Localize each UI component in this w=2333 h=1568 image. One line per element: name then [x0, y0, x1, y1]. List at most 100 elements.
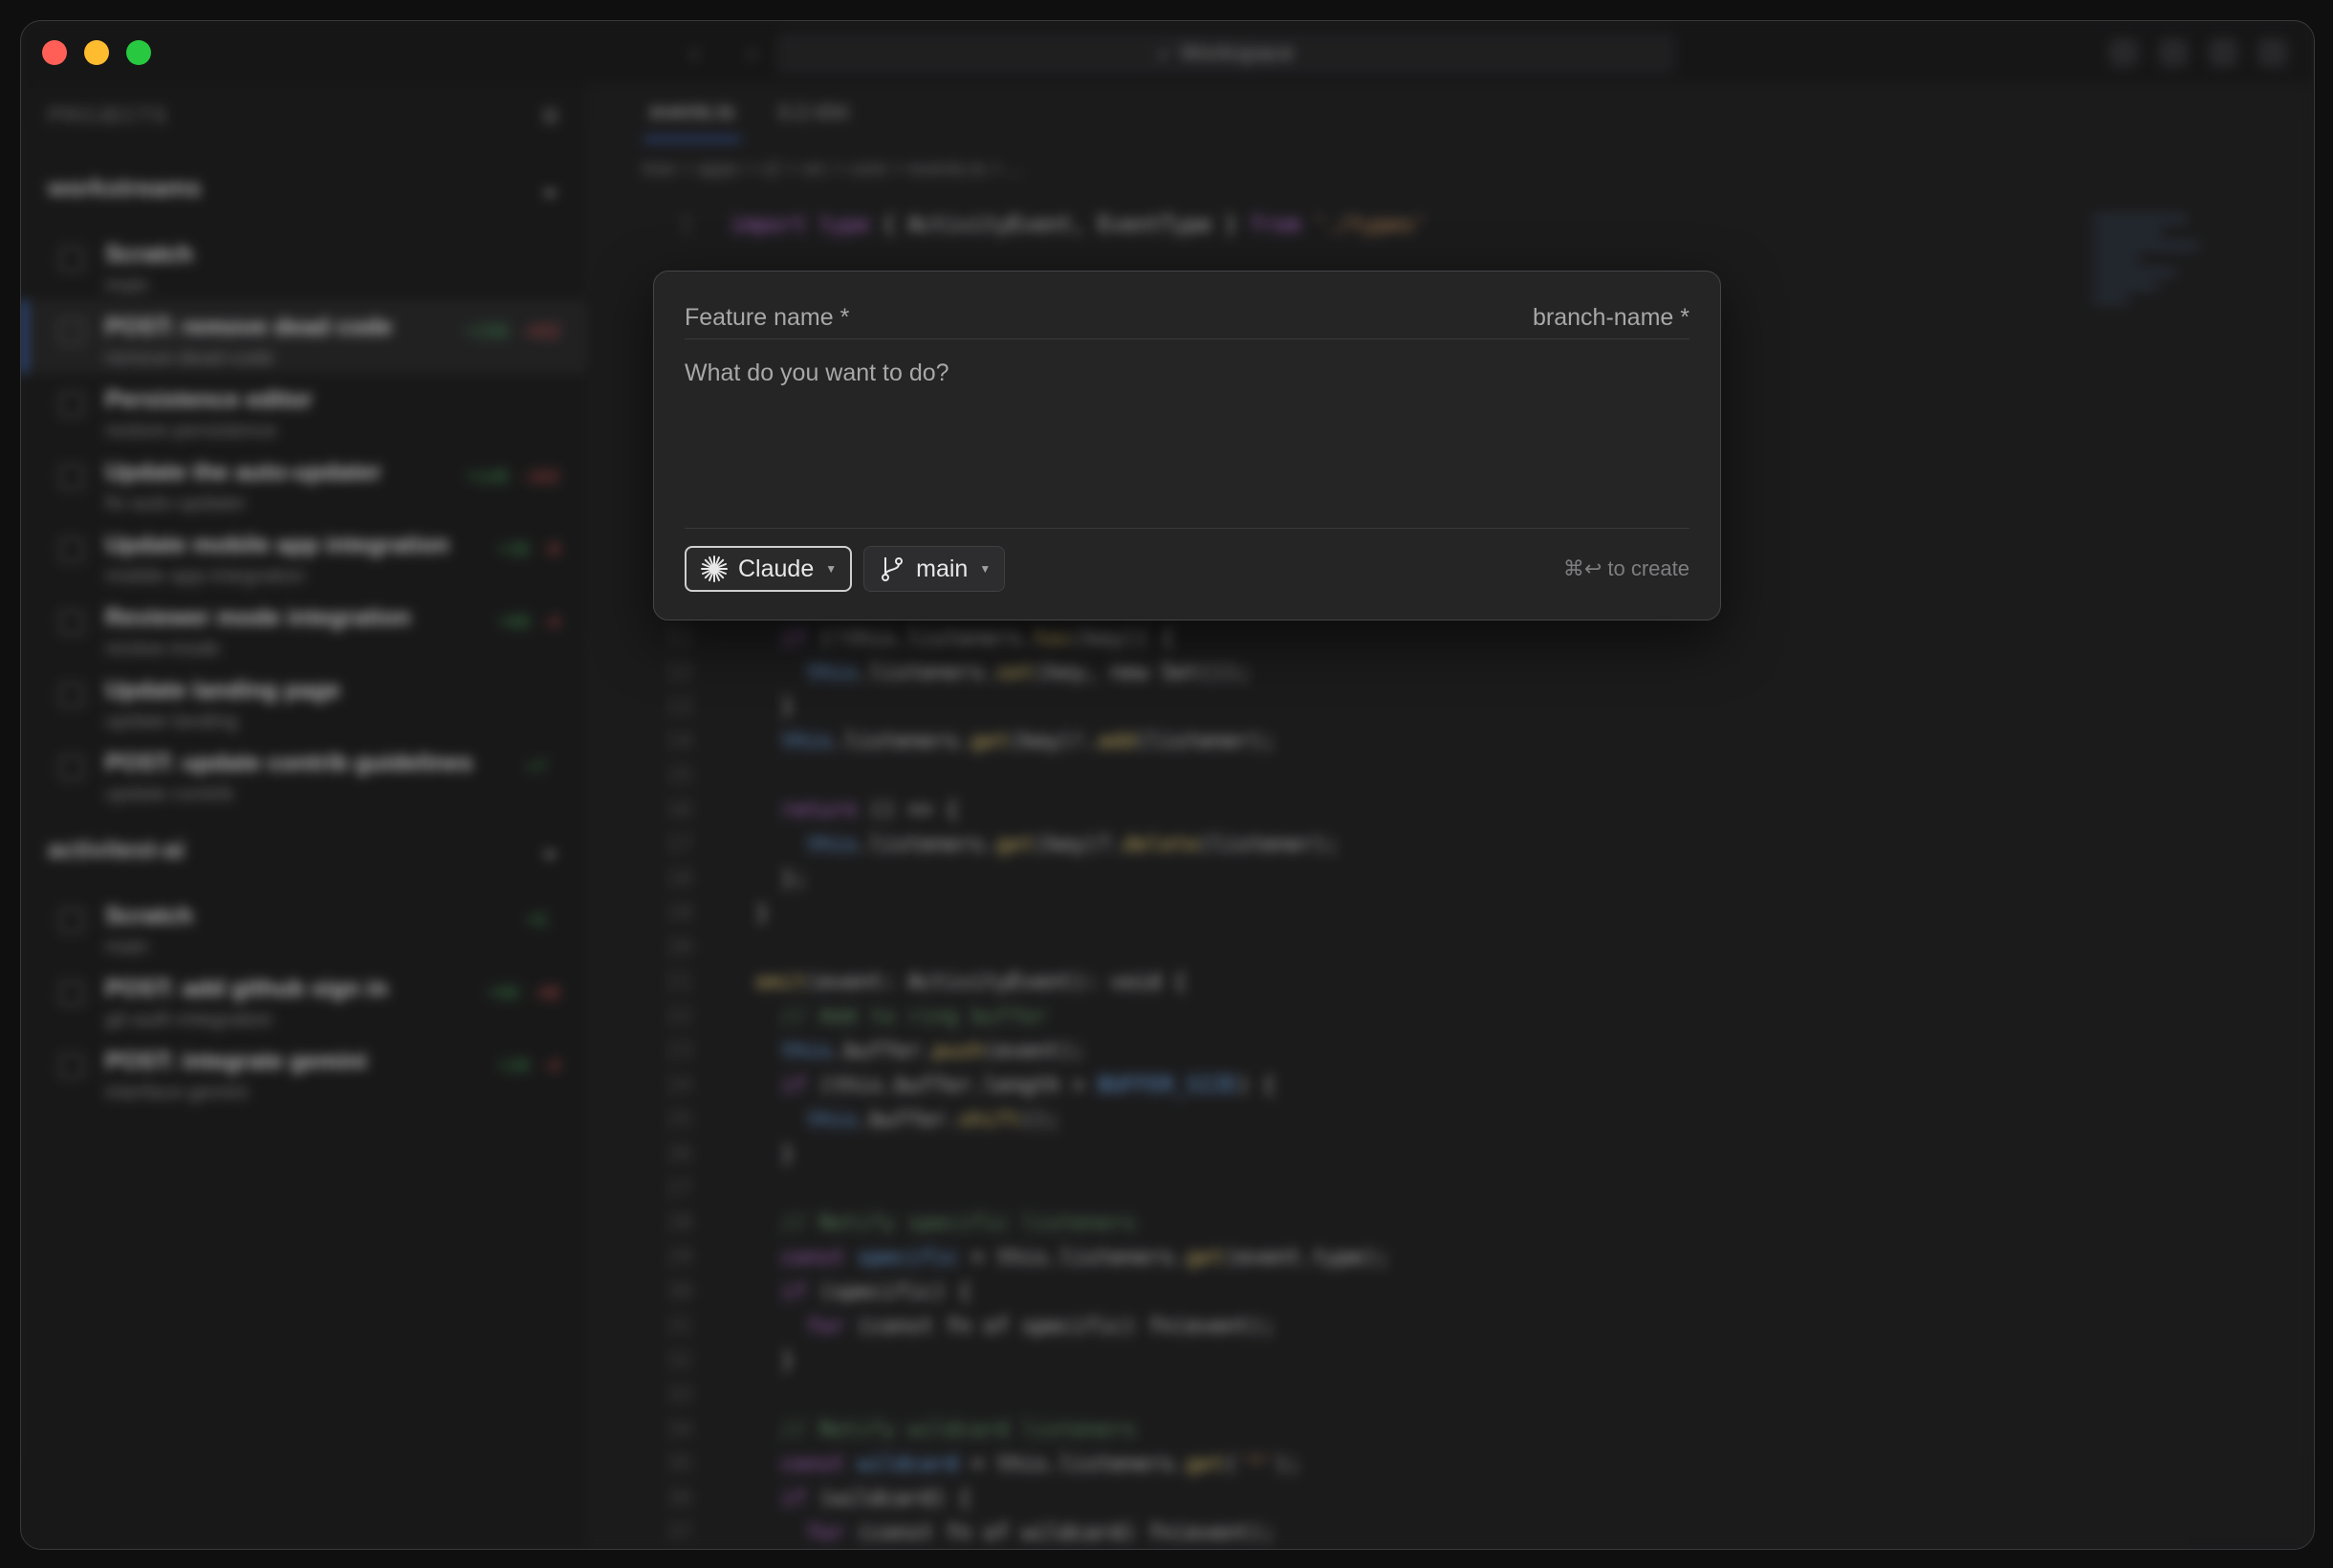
close-window-button[interactable] — [42, 40, 67, 65]
sidebar-item[interactable]: Scratch main — [21, 228, 587, 300]
create-shortcut-hint: ⌘↩ to create — [1562, 556, 1690, 580]
diff-stats — [547, 685, 560, 723]
workstream-icon — [59, 247, 84, 272]
sidebar-item[interactable]: Reviewer mode integration review-mode +88-… — [21, 591, 587, 664]
sidebar-item[interactable]: POST: update contrib guidelines update-co… — [21, 736, 587, 809]
maximize-window-button[interactable] — [126, 40, 151, 65]
sidebar-item-title: POST: add github sign in — [105, 975, 388, 1002]
sidebar-item-title: Reviewer mode integration — [105, 604, 411, 631]
back-arrow-icon[interactable]: ‹ — [690, 38, 699, 68]
sidebar-item-title: POST: update contrib guidelines — [105, 750, 473, 776]
agent-select-button[interactable]: Claude ▼ — [685, 546, 853, 592]
claude-sparkle-icon — [701, 555, 728, 582]
additions-count: +36 — [497, 539, 531, 560]
workstream-icon — [59, 319, 84, 344]
sidebar-item-branch: update-contrib — [105, 783, 234, 805]
minimize-window-button[interactable] — [84, 40, 109, 65]
sidebar-item-title: Update mobile app integration — [105, 532, 449, 558]
sidebar-item-title: Scratch — [105, 241, 193, 268]
workstream-icon — [59, 981, 84, 1006]
agent-label: Claude — [738, 555, 815, 582]
project-group[interactable]: activitest-ai ⌄ — [21, 809, 587, 889]
workstream-icon — [59, 465, 84, 490]
deletions-count: -4 — [543, 612, 560, 633]
base-branch-select-button[interactable]: main ▼ — [863, 546, 1006, 592]
new-feature-dialog: Claude ▼ main ▼ ⌘↩ to create — [653, 271, 1721, 621]
workstream-icon — [59, 392, 84, 417]
sidebar-item[interactable]: POST: add github sign in git-auth-integra… — [21, 962, 587, 1034]
settings-icon[interactable] — [2258, 38, 2287, 67]
traffic-lights — [42, 40, 151, 65]
tab-secondary[interactable]: 0:2:494 — [778, 100, 848, 125]
branch-label: main — [916, 555, 969, 582]
git-branch-icon — [882, 557, 904, 581]
workstream-icon — [59, 755, 84, 780]
diff-stats — [547, 394, 560, 432]
chevron-down-icon[interactable]: ⌄ — [539, 173, 560, 203]
sidebar-item-title: Update landing page — [105, 677, 340, 704]
background-app: ‹ › ⌕ Workspace PROJECTS ⊞ workstreams ⌄ S… — [21, 21, 2314, 1549]
additions-count: +88 — [497, 612, 531, 633]
sidebar-item-title: POST: remove dead code — [105, 314, 393, 340]
chevron-down-icon[interactable]: ⌄ — [539, 835, 560, 864]
sidebar-item-branch: remove-dead-code — [105, 347, 274, 369]
new-project-icon[interactable]: ⊞ — [542, 103, 560, 128]
deletions-count: -8 — [543, 539, 560, 560]
sidebar-item[interactable]: POST: integrate gemini interface-gemini +2… — [21, 1034, 587, 1107]
additions-count: +148 — [465, 467, 509, 488]
app-window: ‹ › ⌕ Workspace PROJECTS ⊞ workstreams ⌄ S… — [20, 20, 2315, 1550]
project-groups: workstreams ⌄ Scratch main POST: remove dead… — [21, 147, 587, 1107]
branch-name-input[interactable] — [1403, 303, 1690, 332]
diff-stats: +90 -48 — [487, 983, 560, 1021]
sidebar-item[interactable]: Update mobile app integration mobile-app-… — [21, 518, 587, 591]
sidebar-item-branch: restore-persistence — [105, 420, 277, 442]
feature-name-input[interactable] — [685, 303, 1163, 332]
sidebar-title: PROJECTS — [48, 103, 168, 127]
theme-icon[interactable] — [2209, 38, 2237, 67]
sidebar-item-branch: interface-gemini — [105, 1081, 249, 1103]
prompt-textarea[interactable] — [685, 359, 1690, 474]
deletions-count: -432 — [521, 321, 560, 342]
diff-stats — [547, 249, 560, 287]
sidebar-item-branch: main — [105, 936, 149, 958]
project-group[interactable]: workstreams ⌄ — [21, 147, 587, 228]
sidebar-item[interactable]: Scratch main +5 — [21, 889, 587, 962]
sidebar-item[interactable]: POST: remove dead code remove-dead-code +1… — [21, 300, 587, 373]
dialog-divider — [685, 528, 1690, 529]
title-bar: ‹ › ⌕ Workspace — [21, 21, 2314, 84]
diff-stats: +156 -432 — [466, 321, 560, 359]
workstream-icon — [59, 683, 84, 708]
layout-icon[interactable] — [2159, 38, 2188, 67]
additions-count: +7 — [525, 757, 547, 778]
tab-events[interactable]: events.ts — [644, 86, 741, 141]
workstream-icon — [59, 537, 84, 562]
sidebar-item-branch: review-mode — [105, 638, 221, 660]
titlebar-actions — [2109, 38, 2287, 67]
diff-stats: +36 -8 — [497, 539, 560, 577]
sidebar-item-branch: fix-auto-updater — [105, 492, 247, 514]
minimap[interactable] — [2094, 208, 2209, 400]
sidebar-item-title: POST: integrate gemini — [105, 1048, 367, 1075]
diff-stats: +26 -4 — [497, 1056, 560, 1094]
panel-icon[interactable] — [2109, 38, 2138, 67]
sidebar-item-title: Update the auto-updater — [105, 459, 382, 486]
forward-arrow-icon[interactable]: › — [748, 38, 756, 68]
command-search-bar[interactable]: ⌕ Workspace — [776, 33, 1675, 75]
dialog-footer: Claude ▼ main ▼ ⌘↩ to create — [685, 545, 1690, 593]
chevron-down-icon: ▼ — [825, 562, 838, 576]
sidebar-item-title: Persistence editor — [105, 386, 313, 413]
sidebar-item-title: Scratch — [105, 903, 193, 929]
sidebar-item[interactable]: Update landing page update-landing — [21, 664, 587, 736]
window-title: Workspace — [1179, 40, 1295, 66]
sidebar-item[interactable]: Persistence editor restore-persistence — [21, 373, 587, 446]
sidebar-item-branch: update-landing — [105, 710, 238, 732]
workstream-icon — [59, 1054, 84, 1078]
sidebar-item[interactable]: Update the auto-updater fix-auto-updater +… — [21, 446, 587, 518]
breadcrumb: tree > apps > v2 > src > core > events.t… — [643, 159, 1023, 180]
sidebar-item-branch: main — [105, 274, 149, 296]
deletions-count: -4 — [543, 1056, 560, 1077]
deletions-count: -48 — [533, 983, 560, 1004]
workstream-icon — [59, 908, 84, 933]
editor-tabs: events.ts 0:2:494 — [587, 84, 2314, 142]
sidebar: PROJECTS ⊞ workstreams ⌄ Scratch main POST: … — [21, 84, 587, 1549]
